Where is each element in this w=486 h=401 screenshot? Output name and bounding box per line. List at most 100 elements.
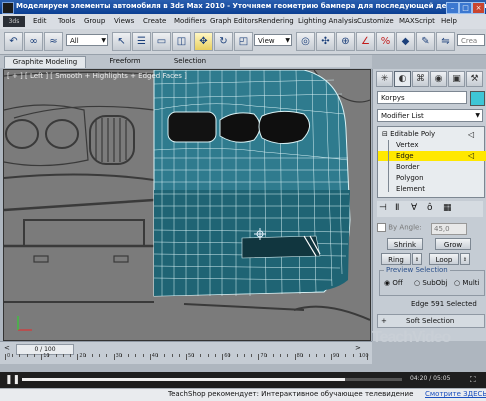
menu-customize[interactable]: Customize	[357, 17, 394, 25]
menu-maxscript[interactable]: MAXScript	[399, 17, 435, 25]
modify-tab-icon[interactable]: ◐	[394, 71, 411, 87]
chevron-down-icon: ▼	[285, 37, 290, 44]
ruler-label: 50	[188, 353, 195, 359]
time-next-icon[interactable]: >	[355, 344, 365, 352]
pin-stack-icon[interactable]: ⊣	[379, 203, 387, 213]
edit-named-selections-icon[interactable]: ✎	[416, 32, 435, 51]
select-by-name-icon[interactable]: ☰	[132, 32, 151, 51]
stack-item-vertex[interactable]: Vertex	[378, 140, 486, 150]
ruler-tick	[171, 354, 173, 357]
ruler-tick	[5, 354, 6, 360]
ruler-tick	[345, 354, 347, 357]
preview-option-off[interactable]: ◉ Off	[384, 279, 403, 287]
angle-snap-icon[interactable]: ∠	[356, 32, 375, 51]
reference-coordinate-dropdown[interactable]: View ▼	[254, 34, 292, 46]
preview-option-multi[interactable]: ○ Multi	[454, 279, 479, 287]
menu-group[interactable]: Group	[84, 17, 105, 25]
move-icon[interactable]: ✥	[194, 32, 213, 51]
ruler-tick	[272, 354, 274, 357]
select-object-icon[interactable]: ↖	[112, 32, 131, 51]
mirror-icon[interactable]: ⇋	[436, 32, 455, 51]
time-prev-icon[interactable]: <	[4, 344, 14, 352]
ruler-tick	[352, 354, 354, 357]
left-viewport[interactable]: [ + ] [ Left ] [ Smooth + Highlights + E…	[3, 69, 371, 341]
rect-selection-icon[interactable]: ▭	[152, 32, 171, 51]
stack-item-border[interactable]: Border	[378, 162, 486, 172]
snaps-toggle-icon[interactable]: ⊕	[336, 32, 355, 51]
stack-item-element[interactable]: Element	[378, 184, 486, 194]
pivot-center-icon[interactable]: ◎	[296, 32, 315, 51]
preview-option-subobj[interactable]: ○ SubObj	[414, 279, 448, 287]
select-manipulate-icon[interactable]: ✣	[316, 32, 335, 51]
teachvideo-watermark: TeachVideo	[372, 329, 451, 346]
tab-selection[interactable]: Selection	[165, 56, 215, 67]
menu-rendering[interactable]: Rendering	[258, 17, 294, 25]
spinner-snap-icon[interactable]: ◆	[396, 32, 415, 51]
ring-button[interactable]: Ring	[381, 253, 411, 265]
maximize-button[interactable]: □	[459, 2, 472, 14]
menu-create[interactable]: Create	[143, 17, 166, 25]
viewport-label[interactable]: [ + ] [ Left ] [ Smooth + Highlights + E…	[7, 72, 187, 80]
headlight-opening-right	[258, 110, 310, 144]
by-angle-input[interactable]: 45,0	[431, 223, 467, 235]
promo-link[interactable]: Смотрите ЗДЕСЬ	[425, 390, 486, 398]
menu-bar: 3ds Edit Tools Group Views Create Modifi…	[0, 14, 486, 30]
menu-modifiers[interactable]: Modifiers	[174, 17, 206, 25]
ruler-label: 40	[151, 353, 159, 359]
menu-help[interactable]: Help	[441, 17, 457, 25]
preview-option-label: Off	[392, 279, 403, 287]
stack-item-polygon[interactable]: Polygon	[378, 173, 486, 183]
ruler-tick	[55, 354, 57, 357]
close-button[interactable]: ×	[472, 2, 485, 14]
fullscreen-icon[interactable]: ⛶	[470, 375, 476, 385]
app-menu-button[interactable]: 3ds	[3, 16, 25, 27]
remove-modifier-icon[interactable]: ô	[427, 203, 433, 213]
menu-lighting-analysis[interactable]: Lighting Analysis	[298, 17, 357, 25]
rotate-icon[interactable]: ↻	[214, 32, 233, 51]
pause-icon[interactable]: ❚❚	[5, 375, 20, 385]
shrink-button[interactable]: Shrink	[387, 238, 423, 250]
ruler-tick	[164, 354, 166, 357]
menu-views[interactable]: Views	[114, 17, 134, 25]
ruler-tick	[214, 354, 216, 357]
hierarchy-tab-icon[interactable]: ⌘	[412, 71, 429, 87]
loop-spinner[interactable]: ⇕	[460, 253, 470, 265]
loop-button[interactable]: Loop	[429, 253, 459, 265]
object-color-swatch[interactable]	[470, 91, 485, 106]
configure-sets-icon[interactable]: ▦	[443, 203, 452, 213]
create-tab-icon[interactable]: ✳	[376, 71, 393, 87]
minimize-button[interactable]: –	[446, 2, 459, 14]
utilities-tab-icon[interactable]: ⚒	[466, 71, 483, 87]
link-icon[interactable]: ∞	[24, 32, 43, 51]
ruler-tick	[309, 354, 311, 357]
percent-snap-icon[interactable]: %	[376, 32, 395, 51]
undo-icon[interactable]: ↶	[4, 32, 23, 51]
tab-freeform[interactable]: Freeform	[100, 56, 150, 67]
by-angle-checkbox[interactable]	[377, 223, 386, 232]
preview-option-label: Multi	[462, 279, 480, 287]
menu-tools[interactable]: Tools	[58, 17, 75, 25]
make-unique-icon[interactable]: ∀	[411, 203, 417, 213]
display-tab-icon[interactable]: ▣	[448, 71, 465, 87]
ruler-tick	[243, 354, 245, 357]
object-name-input[interactable]: Korpys	[377, 91, 467, 104]
chevron-down-icon: ▼	[475, 112, 480, 119]
grow-button[interactable]: Grow	[435, 238, 471, 250]
named-selection-set-input[interactable]: Crea	[457, 34, 485, 46]
ruler-label: 30	[115, 353, 122, 359]
unlink-icon[interactable]: ≈	[44, 32, 63, 51]
scale-icon[interactable]: ◰	[234, 32, 253, 51]
menu-edit[interactable]: Edit	[33, 17, 47, 25]
time-ruler[interactable]: 0 10 20 30 40 50 60 70 80 90 100	[5, 353, 369, 363]
motion-tab-icon[interactable]: ◉	[430, 71, 447, 87]
window-crossing-icon[interactable]: ◫	[172, 32, 191, 51]
video-progress-track[interactable]	[22, 378, 402, 381]
menu-graph-editors[interactable]: Graph Editors	[210, 17, 258, 25]
modifier-list-dropdown[interactable]: Modifier List ▼	[377, 109, 483, 122]
show-end-result-icon[interactable]: Ⅱ	[395, 203, 399, 213]
ring-spinner[interactable]: ⇕	[412, 253, 422, 265]
soft-selection-rollout[interactable]: + Soft Selection	[377, 314, 485, 328]
tab-graphite-modeling-tools[interactable]: Graphite Modeling Tools	[4, 56, 86, 77]
main-toolbar: ↶ ∞ ≈ All ▼ ↖ ☰ ▭ ◫ ✥ ↻ ◰ View ▼ ◎ ✣ ⊕ ∠ %…	[0, 29, 486, 55]
selection-filter-dropdown[interactable]: All ▼	[66, 34, 108, 46]
